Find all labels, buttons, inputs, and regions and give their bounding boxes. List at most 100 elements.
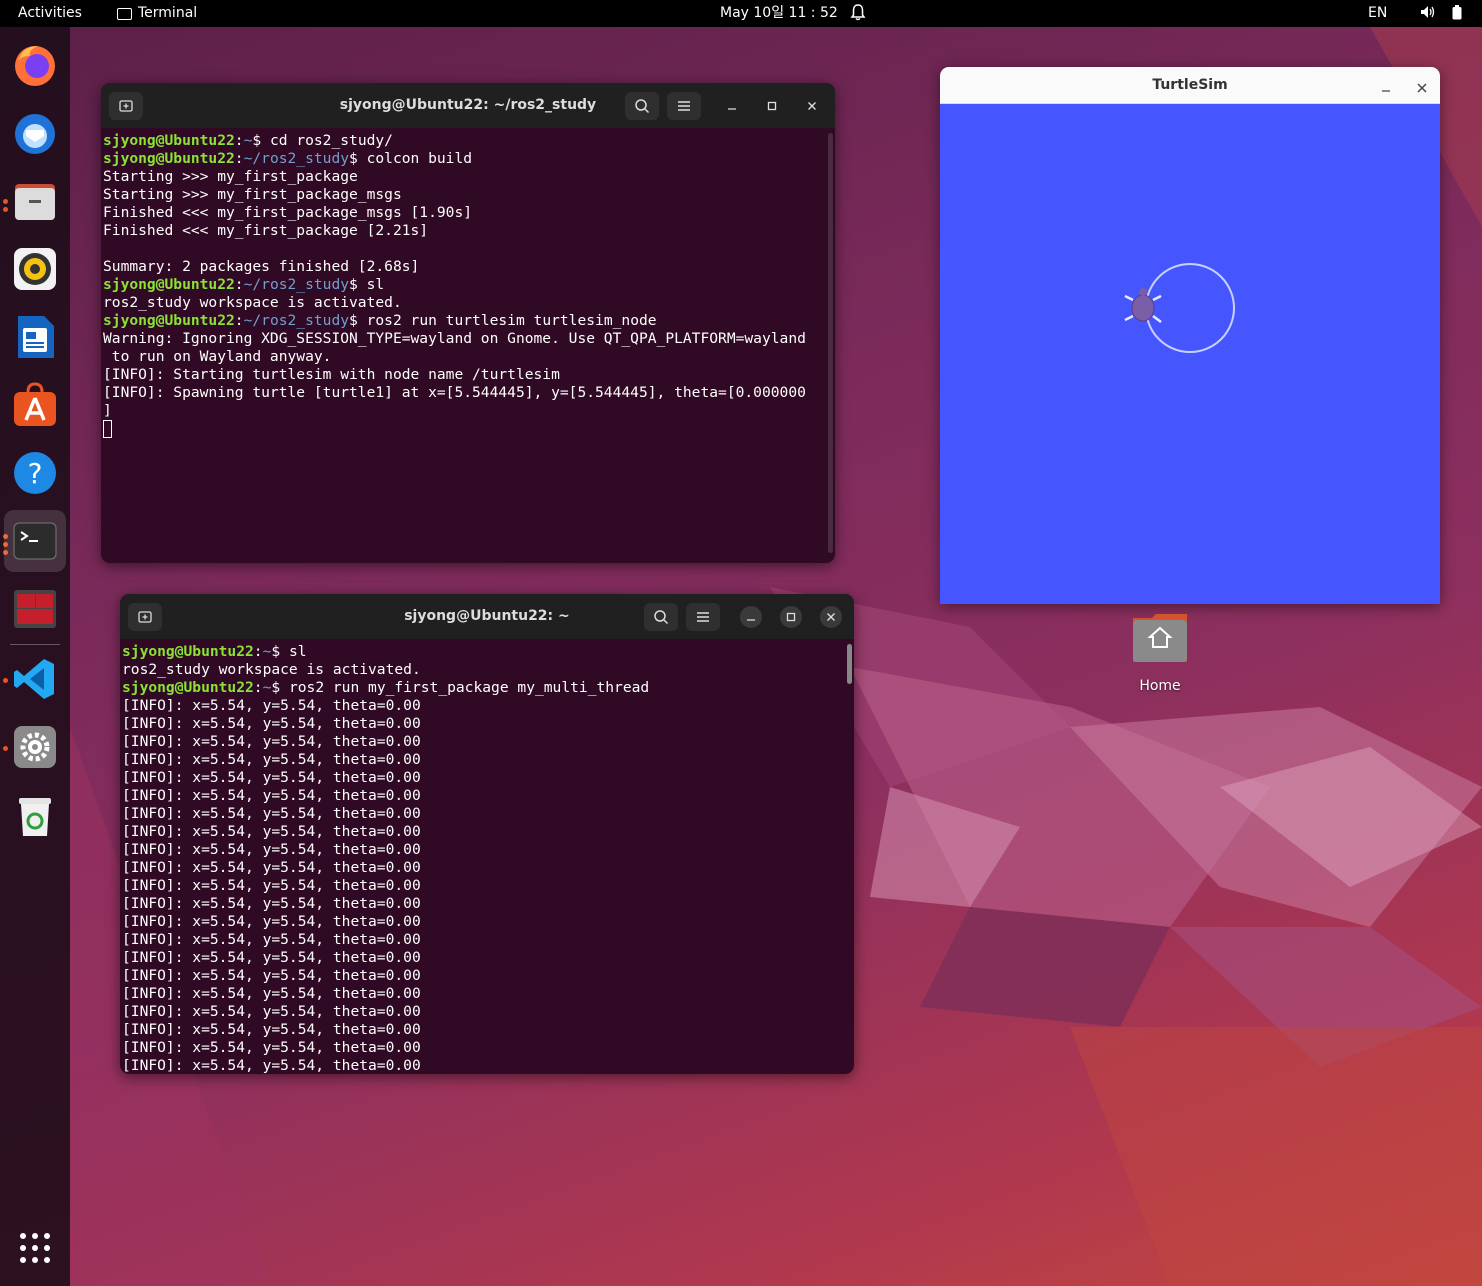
minimize-button[interactable] (1380, 79, 1392, 98)
terminal-line: [INFO]: x=5.54, y=5.54, theta=0.00 (122, 733, 421, 750)
terminal-line: ] (103, 402, 112, 419)
terminal-line: [INFO]: Starting turtlesim with node nam… (103, 366, 560, 383)
svg-text:?: ? (28, 457, 43, 490)
app-menu-label: Terminal (138, 5, 198, 21)
volume-icon[interactable] (1420, 5, 1436, 24)
terminal-line: ros2_study workspace is activated. (122, 661, 421, 678)
firefox-icon[interactable] (10, 40, 60, 90)
terminal-line: [INFO]: x=5.54, y=5.54, theta=0.00 (122, 949, 421, 966)
terminal-line: Starting >>> my_first_package (103, 168, 358, 185)
terminal-output[interactable]: sjyong@Ubuntu22:~$ cd ros2_study/ sjyong… (101, 128, 835, 438)
terminal-line: [INFO]: x=5.54, y=5.54, theta=0.00 (122, 895, 421, 912)
turtle-path (1145, 263, 1235, 353)
help-icon[interactable]: ? (10, 448, 60, 498)
terminal-line: [INFO]: x=5.54, y=5.54, theta=0.00 (122, 931, 421, 948)
titlebar[interactable]: sjyong@Ubuntu22: ~ (120, 594, 854, 639)
hamburger-menu-button[interactable] (686, 603, 720, 631)
vscode-icon[interactable] (10, 654, 60, 704)
close-button[interactable] (820, 606, 842, 628)
terminal-line: Finished <<< my_first_package [2.21s] (103, 222, 429, 239)
terminal-line: sjyong@Ubuntu22:~/ros2_study$ sl (103, 276, 385, 293)
terminal-icon[interactable] (4, 510, 66, 572)
terminal-line: [INFO]: x=5.54, y=5.54, theta=0.00 (122, 859, 421, 876)
window-title: TurtleSim (1152, 77, 1228, 93)
rhythmbox-icon[interactable] (10, 244, 60, 294)
prompt-path: ~/ros2_study (243, 312, 350, 329)
search-button[interactable] (625, 92, 659, 120)
close-button[interactable] (1416, 79, 1428, 98)
terminal-line: [INFO]: x=5.54, y=5.54, theta=0.00 (122, 967, 421, 984)
command-text: $ ros2 run my_first_package my_multi_thr… (271, 679, 650, 696)
terminal-line: [INFO]: x=5.54, y=5.54, theta=0.00 (122, 841, 421, 858)
terminal-line: Starting >>> my_first_package_msgs (103, 186, 402, 203)
software-icon[interactable] (10, 380, 60, 430)
clock[interactable]: May 10일 11 : 52 (720, 5, 838, 22)
terminal-line: [INFO]: x=5.54, y=5.54, theta=0.00 (122, 697, 421, 714)
terminator-icon[interactable] (10, 584, 60, 634)
home-folder-icon (1133, 614, 1187, 662)
hamburger-menu-button[interactable] (667, 92, 701, 120)
prompt-user: sjyong@Ubuntu22 (103, 312, 235, 329)
prompt-user: sjyong@Ubuntu22 (122, 679, 254, 696)
terminal-line: [INFO]: Spawning turtle [turtle1] at x=[… (103, 384, 806, 401)
top-bar: Activities Terminal May 10일 11 : 52 EN (0, 0, 1482, 27)
terminal-line: sjyong@Ubuntu22:~/ros2_study$ colcon bui… (103, 150, 473, 167)
dock: ? (0, 27, 70, 1286)
prompt-user: sjyong@Ubuntu22 (103, 276, 235, 293)
home-label: Home (1139, 678, 1181, 694)
terminal-line: sjyong@Ubuntu22:~$ cd ros2_study/ (103, 132, 393, 149)
terminal-line: [INFO]: x=5.54, y=5.54, theta=0.00 (122, 1057, 421, 1074)
minimize-button[interactable] (721, 95, 743, 117)
close-button[interactable] (801, 95, 823, 117)
terminal-line: Summary: 2 packages finished [2.68s] (103, 258, 420, 275)
terminal-line: sjyong@Ubuntu22:~/ros2_study$ ros2 run t… (103, 312, 657, 329)
command-text: $ ros2 run turtlesim turtlesim_node (349, 312, 657, 329)
terminal-window-home[interactable]: sjyong@Ubuntu22: ~ sjyong@Ubuntu22:~$ sl… (120, 594, 854, 1074)
terminal-line: [INFO]: x=5.54, y=5.54, theta=0.00 (122, 913, 421, 930)
terminal-line: [INFO]: x=5.54, y=5.54, theta=0.00 (122, 1003, 421, 1020)
terminal-line: [INFO]: x=5.54, y=5.54, theta=0.00 (122, 985, 421, 1002)
terminal-window-ros2-study[interactable]: sjyong@Ubuntu22: ~/ros2_study sjyong@Ubu… (101, 83, 835, 563)
terminal-line: [INFO]: x=5.54, y=5.54, theta=0.00 (122, 877, 421, 894)
command-text: $ colcon build (349, 150, 473, 167)
command-text: $ sl (271, 643, 307, 660)
terminal-output[interactable]: sjyong@Ubuntu22:~$ sl ros2_study workspa… (120, 639, 854, 1074)
maximize-button[interactable] (761, 95, 783, 117)
terminal-line: ros2_study workspace is activated. (103, 294, 402, 311)
thunderbird-icon[interactable] (10, 108, 60, 158)
scrollbar[interactable] (828, 133, 833, 553)
terminal-line: [INFO]: x=5.54, y=5.54, theta=0.00 (122, 1021, 421, 1038)
titlebar[interactable]: TurtleSim (940, 67, 1440, 104)
trash-icon[interactable] (10, 790, 60, 840)
terminal-line: [INFO]: x=5.54, y=5.54, theta=0.00 (122, 823, 421, 840)
desktop-home-folder[interactable]: Home (1130, 612, 1190, 702)
terminal-line: [INFO]: x=5.54, y=5.54, theta=0.00 (122, 715, 421, 732)
turtlesim-canvas (1124, 263, 1235, 353)
scrollbar[interactable] (847, 644, 852, 684)
files-icon[interactable] (10, 176, 60, 226)
maximize-button[interactable] (780, 606, 802, 628)
prompt-user: sjyong@Ubuntu22 (103, 132, 235, 149)
input-language[interactable]: EN (1368, 5, 1387, 22)
writer-icon[interactable] (10, 312, 60, 362)
search-button[interactable] (644, 603, 678, 631)
terminal-line: [INFO]: x=5.54, y=5.54, theta=0.00 (122, 769, 421, 786)
terminal-line: Finished <<< my_first_package_msgs [1.90… (103, 204, 473, 221)
app-menu[interactable]: Terminal (117, 5, 197, 22)
text-cursor (103, 420, 112, 438)
terminal-line: [INFO]: x=5.54, y=5.54, theta=0.00 (122, 787, 421, 804)
prompt-user: sjyong@Ubuntu22 (103, 150, 235, 167)
titlebar[interactable]: sjyong@Ubuntu22: ~/ros2_study (101, 83, 835, 128)
terminal-line: sjyong@Ubuntu22:~$ ros2 run my_first_pac… (122, 679, 650, 696)
settings-icon[interactable] (10, 722, 60, 772)
terminal-line: [INFO]: x=5.54, y=5.54, theta=0.00 (122, 1039, 421, 1056)
minimize-button[interactable] (740, 606, 762, 628)
terminal-icon (117, 7, 132, 20)
battery-icon[interactable] (1452, 5, 1462, 25)
activities-button[interactable]: Activities (18, 5, 82, 22)
bell-icon[interactable] (850, 3, 866, 26)
prompt-user: sjyong@Ubuntu22 (122, 643, 254, 660)
turtlesim-window[interactable]: TurtleSim (940, 67, 1440, 604)
command-text: $ cd ros2_study/ (252, 132, 393, 149)
show-apps-icon[interactable] (10, 1223, 60, 1273)
